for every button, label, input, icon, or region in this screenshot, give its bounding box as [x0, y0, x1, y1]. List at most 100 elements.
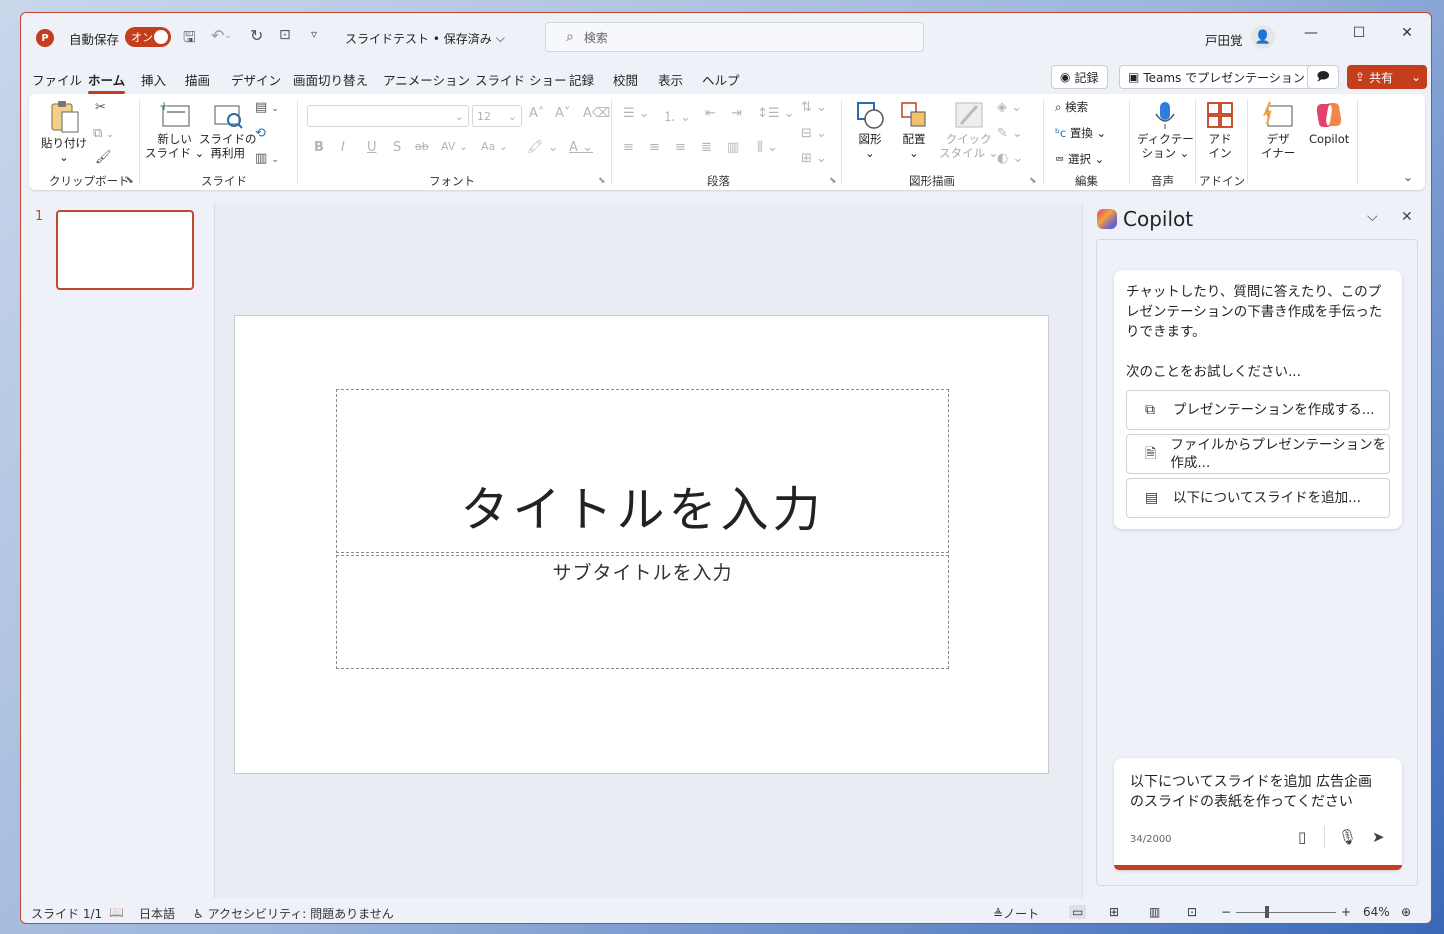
send-icon[interactable]: ➤ [1372, 828, 1385, 846]
accessibility-status[interactable]: ♿ アクセシビリティ: 問題ありません [193, 905, 394, 922]
tab-insert[interactable]: 挿入 [141, 70, 166, 89]
record-button[interactable]: ◉ 記録 [1051, 65, 1108, 89]
new-slide-button[interactable]: + 新しい スライド ⌄ [145, 100, 204, 160]
zoom-level[interactable]: 64% [1363, 905, 1390, 919]
tab-slideshow[interactable]: スライド ショー [475, 70, 566, 89]
shadow-icon[interactable]: S [393, 140, 401, 155]
align-right-icon[interactable]: ≡ [675, 140, 686, 155]
collapse-ribbon-icon[interactable]: ⌄ [1403, 170, 1413, 184]
tab-help[interactable]: ヘルプ [702, 70, 740, 89]
grow-font-icon[interactable]: A˄ [529, 106, 544, 121]
align-left-icon[interactable]: ≡ [623, 140, 634, 155]
tab-view[interactable]: 表示 [658, 70, 683, 89]
undo-icon[interactable]: ↶ ⌄ [211, 26, 232, 45]
reading-view-icon[interactable]: ▥ [1149, 905, 1160, 919]
reuse-slides-button[interactable]: スライドの 再利用 [199, 100, 257, 160]
layout-icon[interactable]: ▤ ⌄ [255, 100, 279, 115]
suggestion-create-from-file[interactable]: 🗎 ファイルからプレゼンテーションを作成... [1126, 434, 1390, 474]
slideshow-icon[interactable]: ⊡ [1187, 905, 1197, 919]
document-title[interactable]: スライドテスト • 保存済み ⌵ [345, 30, 505, 47]
dialog-launcher-icon[interactable]: ⬊ [126, 176, 134, 186]
tab-file[interactable]: ファイル [32, 70, 82, 89]
cut-icon[interactable]: ✂ [95, 100, 106, 115]
microphone-icon[interactable]: 🎙 [1338, 828, 1357, 846]
select-button[interactable]: ⮹ 選択 ⌄ [1055, 152, 1104, 166]
search-box[interactable]: ⌕ 検索 [545, 22, 924, 52]
title-placeholder[interactable]: タイトルを入力 [336, 389, 949, 553]
book-icon[interactable]: 📖 [109, 905, 124, 919]
tab-transitions[interactable]: 画面切り替え [293, 70, 368, 89]
align-center-icon[interactable]: ≡ [649, 140, 660, 155]
zoom-slider-track[interactable] [1236, 912, 1336, 913]
reset-icon[interactable]: ⟲ [255, 126, 266, 141]
bold-icon[interactable]: B [314, 140, 324, 155]
maximize-icon[interactable]: ☐ [1347, 25, 1371, 41]
line-spacing-icon[interactable]: ↕☰ ⌄ [757, 106, 795, 121]
designer-button[interactable]: デザ イナー [1261, 100, 1295, 160]
font-size-box[interactable]: 12 ⌄ [472, 105, 522, 127]
shape-fill-icon[interactable]: ◈ ⌄ [997, 100, 1022, 115]
dialog-launcher-icon[interactable]: ⬊ [829, 176, 837, 186]
zoom-out-icon[interactable]: − [1221, 905, 1231, 919]
strikethrough-icon[interactable]: ab [415, 140, 429, 153]
align-text-icon[interactable]: ⊟ ⌄ [801, 126, 827, 141]
font-name-box[interactable]: ⌄ [307, 105, 469, 127]
slide-canvas[interactable]: タイトルを入力 サブタイトルを入力 [234, 315, 1049, 774]
tab-review[interactable]: 校閲 [613, 70, 638, 89]
arrange-button[interactable]: 配置 ⌄ [899, 100, 929, 160]
decrease-indent-icon[interactable]: ⇤ [705, 106, 716, 121]
clear-format-icon[interactable]: A⌫ [583, 106, 610, 121]
redo-icon[interactable]: ↻ [250, 26, 263, 45]
minimize-icon[interactable]: — [1299, 25, 1323, 41]
shapes-button[interactable]: 図形 ⌄ [855, 100, 885, 160]
tab-draw[interactable]: 描画 [185, 70, 210, 89]
close-icon[interactable]: ✕ [1395, 25, 1419, 41]
shape-outline-icon[interactable]: ✎ ⌄ [997, 126, 1023, 141]
copy-icon[interactable]: ⧉ ⌄ [93, 126, 114, 141]
tab-home[interactable]: ホーム [88, 70, 126, 94]
present-icon[interactable]: ⊡ [279, 27, 291, 43]
close-icon[interactable]: ✕ [1401, 209, 1413, 225]
change-case-icon[interactable]: Aa ⌄ [481, 140, 508, 153]
tab-record[interactable]: 記録 [569, 70, 594, 89]
suggestion-add-slide[interactable]: ▤ 以下についてスライドを追加... [1126, 478, 1390, 518]
numbering-icon[interactable]: ⒈ ⌄ [663, 106, 691, 125]
smartart-icon[interactable]: ⊞ ⌄ [801, 151, 827, 166]
tab-design[interactable]: デザイン [231, 70, 281, 89]
slide-sorter-icon[interactable]: ⊞ [1109, 905, 1119, 919]
dialog-launcher-icon[interactable]: ⬊ [598, 176, 606, 186]
copilot-ribbon-button[interactable]: Copilot [1309, 100, 1349, 146]
justify-icon[interactable]: ≣ [701, 140, 712, 155]
suggestion-create-presentation[interactable]: ⧉ プレゼンテーションを作成する... [1126, 390, 1390, 430]
chevron-down-icon[interactable]: ⌵ [1367, 209, 1378, 225]
replace-button[interactable]: ᵇc 置換 ⌄ [1055, 126, 1106, 140]
quick-styles-button[interactable]: クイック スタイル ⌄ [939, 100, 998, 160]
section-icon[interactable]: ▥ ⌄ [255, 151, 279, 166]
zoom-slider-thumb[interactable] [1265, 906, 1269, 918]
dictate-button[interactable]: ディクテー ション ⌄ [1137, 100, 1194, 160]
columns-icon[interactable]: ⫼ ⌄ [757, 140, 778, 155]
paste-button[interactable]: 貼り付け ⌄ [41, 100, 87, 164]
subtitle-placeholder[interactable]: サブタイトルを入力 [336, 555, 949, 669]
italic-icon[interactable]: I [341, 140, 345, 155]
char-spacing-icon[interactable]: AV ⌄ [441, 140, 468, 153]
customize-qat-icon[interactable]: ▿ [311, 27, 317, 41]
copilot-prompt-box[interactable]: 以下についてスライドを追加 広告企画のスライドの表紙を作ってください 34/20… [1114, 758, 1402, 870]
underline-icon[interactable]: U [367, 140, 377, 155]
bullets-icon[interactable]: ☰ ⌄ [623, 106, 650, 121]
shape-effects-icon[interactable]: ◐ ⌄ [997, 151, 1023, 166]
highlight-icon[interactable]: 🖍 ⌄ [527, 140, 559, 155]
prompt-guide-icon[interactable]: ▯ [1298, 828, 1306, 846]
increase-indent-icon[interactable]: ⇥ [731, 106, 742, 121]
share-button[interactable]: ⇪ 共有 ⌄ [1347, 65, 1427, 89]
notes-button[interactable]: ≜ノート [993, 905, 1039, 922]
teams-present-button[interactable]: ▣ Teams でプレゼンテーション [1119, 65, 1314, 89]
addins-button[interactable]: アド イン [1205, 100, 1235, 160]
shrink-font-icon[interactable]: A˅ [555, 106, 570, 121]
format-painter-icon[interactable]: 🖌 [95, 150, 112, 165]
language-status[interactable]: 日本語 [139, 905, 175, 922]
normal-view-icon[interactable]: ▭ [1069, 905, 1087, 919]
copilot-prompt-text[interactable]: 以下についてスライドを追加 広告企画のスライドの表紙を作ってください [1130, 772, 1386, 812]
fit-to-window-icon[interactable]: ⊕ [1401, 905, 1411, 919]
zoom-in-icon[interactable]: + [1341, 905, 1351, 919]
